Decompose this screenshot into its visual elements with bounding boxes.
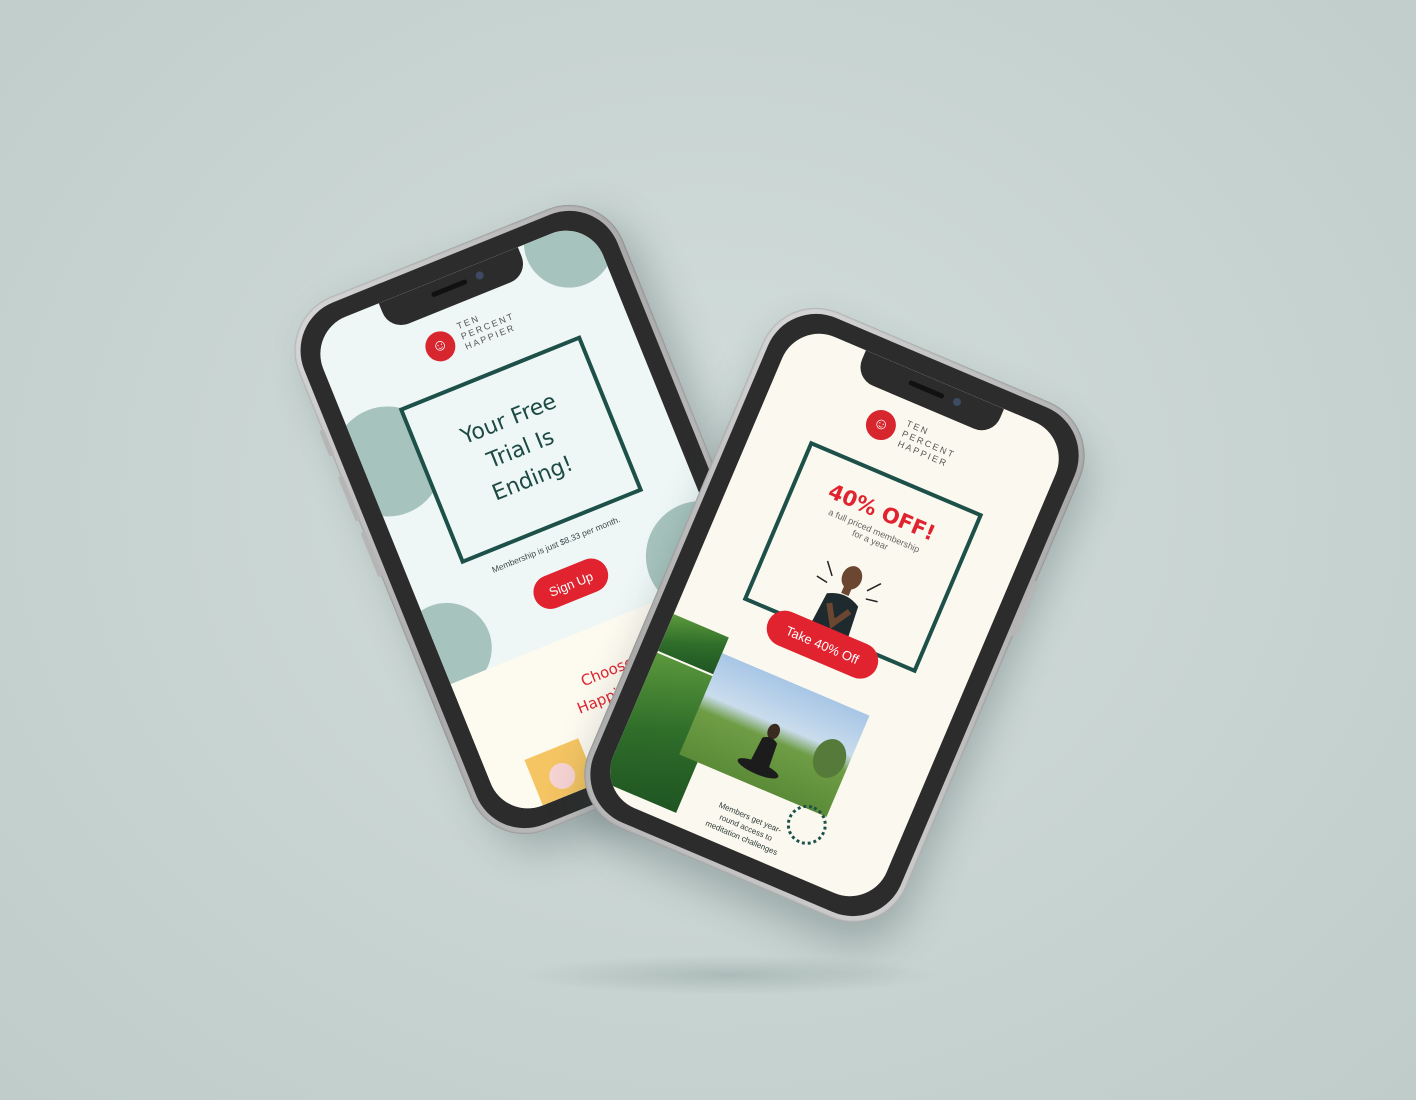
decor-circle — [510, 218, 628, 302]
smile-icon: ☺ — [861, 404, 901, 445]
smile-icon: ☺ — [420, 326, 460, 366]
camera — [474, 270, 485, 281]
headline-frame: Your Free Trial Is Ending! — [398, 335, 644, 565]
brand-wordmark: TEN PERCENT HAPPIER — [455, 301, 520, 353]
brand-wordmark: TEN PERCENT HAPPIER — [896, 418, 961, 471]
camera — [951, 396, 962, 407]
speaker — [907, 379, 945, 400]
sign-up-button[interactable]: Sign Up — [528, 553, 614, 615]
speaker — [430, 278, 468, 298]
floor-shadow — [520, 955, 940, 995]
headline: Your Free Trial Is Ending! — [456, 386, 585, 513]
sticker-face — [545, 759, 580, 793]
